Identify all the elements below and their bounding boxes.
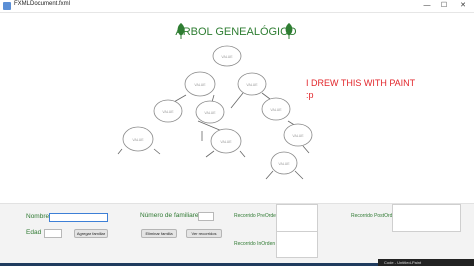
tree-node: VALUE	[237, 72, 267, 96]
nombre-input[interactable]	[49, 213, 108, 222]
tree-title: ÁRBOL GENEALÓGICO	[175, 25, 297, 38]
numero-familiares-field	[198, 212, 214, 221]
window-titlebar: FXMLDocument.fxml — ☐ ✕	[0, 0, 474, 13]
node-label: VALUE	[194, 83, 206, 87]
tree-node: VALUE	[195, 100, 225, 124]
tree-node: VALUE	[184, 71, 216, 97]
inorden-output[interactable]	[276, 231, 318, 258]
node-label: VALUE	[132, 138, 144, 142]
preorden-label: Recorrido PreOrden	[234, 213, 279, 219]
node-label: VALUE	[221, 55, 233, 59]
node-label: VALUE	[162, 110, 174, 114]
paint-note: I DREW THIS WITH PAINT :p	[306, 77, 416, 101]
node-label: VALUE	[270, 108, 282, 112]
paint-note-line2: :p	[306, 90, 314, 100]
tree-node: VALUE	[122, 126, 154, 152]
tree-node: VALUE	[153, 99, 183, 123]
preorden-output[interactable]	[276, 204, 318, 232]
node-label: VALUE	[246, 83, 258, 87]
tree-node: VALUE	[212, 45, 242, 67]
nombre-label: Nombre	[26, 213, 50, 220]
edad-input[interactable]	[44, 229, 62, 238]
tree-node: VALUE	[261, 97, 291, 121]
node-label: VALUE	[292, 134, 304, 138]
tree-drawing: ÁRBOL GENEALÓGICO VALUE VALUE VALUE VALU…	[117, 23, 313, 180]
tree-node: VALUE	[210, 128, 242, 154]
paint-note-line1: I DREW THIS WITH PAINT	[306, 78, 416, 88]
inorden-label: Recorrido InOrden	[234, 241, 276, 247]
eliminar-familia-button[interactable]: Eliminar familia	[141, 229, 177, 238]
app-icon	[3, 2, 11, 10]
edad-label: Edad	[26, 229, 42, 236]
postorden-output[interactable]	[392, 204, 461, 232]
agregar-familiar-button[interactable]: Agregar familiar	[74, 229, 108, 238]
close-button[interactable]: ✕	[456, 0, 470, 12]
tree-canvas: ÁRBOL GENEALÓGICO VALUE VALUE VALUE VALU…	[0, 13, 474, 203]
node-label: VALUE	[278, 162, 290, 166]
tree-node: VALUE	[283, 123, 313, 147]
node-label: VALUE	[220, 140, 232, 144]
postorden-label: Recorrido PostOrden	[351, 213, 398, 219]
maximize-button[interactable]: ☐	[437, 0, 451, 12]
numero-familiares-label: Número de familiares	[140, 212, 202, 219]
node-label: VALUE	[204, 111, 216, 115]
window-title: FXMLDocument.fxml	[14, 1, 71, 7]
tree-node: VALUE	[270, 151, 298, 175]
taskbar-app-item[interactable]: Code - Untitled-Paint	[378, 259, 474, 266]
ver-recorridos-button[interactable]: Ver recorridos	[186, 229, 222, 238]
control-panel: Nombre Edad Agregar familiar Número de f…	[0, 203, 474, 264]
minimize-button[interactable]: —	[420, 0, 434, 12]
